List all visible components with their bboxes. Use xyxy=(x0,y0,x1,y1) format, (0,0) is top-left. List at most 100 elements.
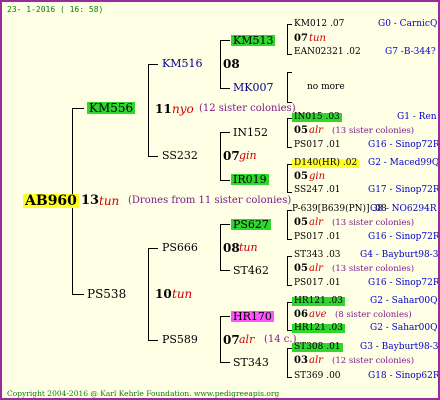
tree-line xyxy=(148,156,158,157)
gen5-mid-number: 05 xyxy=(294,263,308,274)
queen-root[interactable]: AB960 xyxy=(23,194,79,208)
gen5-mid-code: tun xyxy=(309,33,326,44)
gen3-2-number: 07 xyxy=(223,149,240,163)
queen-gen4-3[interactable]: IN152 xyxy=(233,127,268,138)
tree-line xyxy=(220,132,221,180)
tree-line xyxy=(148,248,149,340)
gen5-bottom[interactable]: ST369 .00 xyxy=(294,372,341,381)
tree-line xyxy=(72,294,84,295)
gen5-mid-number: 05 xyxy=(294,171,308,182)
gen3-4-number: 07 xyxy=(223,333,240,347)
queen-gen3-1[interactable]: KM516 xyxy=(162,58,202,69)
gen5-mid-number: 07 xyxy=(294,33,308,44)
tree-line xyxy=(287,24,288,54)
root-note: (Drones from 11 sister colonies) xyxy=(128,195,292,206)
gen5-mid-number: 03 xyxy=(294,355,308,366)
gen3-2-code: gin xyxy=(239,149,257,162)
gen5-mid-number: 05 xyxy=(294,217,308,228)
gen5-mid-number: 05 xyxy=(294,125,308,136)
gen5-top-right: G3 - Bayburt98-3 xyxy=(360,342,439,352)
gen5-note: (12 sister colonies) xyxy=(332,356,415,366)
gen5-mid-code: alr xyxy=(309,355,323,366)
gen5-mid-code: alr xyxy=(309,125,323,136)
tree-line xyxy=(220,40,230,41)
queen-gen4-1[interactable]: KM513 xyxy=(231,35,276,46)
gen5-bottom-right: G2 - Sahar00Q xyxy=(370,323,438,333)
queen-gen2-2[interactable]: PS538 xyxy=(87,288,126,300)
tree-line xyxy=(287,72,292,73)
gen5-bottom-right: G17 - Sinop72R xyxy=(368,185,440,195)
no-more-label: no more xyxy=(307,82,345,92)
tree-line xyxy=(287,192,292,193)
tree-line xyxy=(220,362,230,363)
gen5-top-right: G8 - NO6294R xyxy=(370,204,437,214)
gen5-bottom[interactable]: PS017 .01 xyxy=(294,233,341,242)
gen5-bottom-right: G16 - Sinop72R xyxy=(368,278,440,288)
gen5-bottom-right: G16 - Sinop72R xyxy=(368,232,440,242)
tree-line xyxy=(287,24,292,25)
tree-line xyxy=(287,54,292,55)
tree-line xyxy=(220,88,230,89)
gen5-top[interactable]: HR121 .03 xyxy=(292,297,345,306)
tree-line xyxy=(287,302,288,330)
tree-line xyxy=(287,348,288,377)
gen5-mid-code: gin xyxy=(309,171,326,182)
gen2-1-code: nyo xyxy=(172,102,194,116)
gen5-mid-code: alr xyxy=(309,263,323,274)
gen5-bottom-right: G7 -B-344? xyxy=(385,47,436,57)
queen-gen4-4[interactable]: IR019 xyxy=(231,174,269,185)
tree-line xyxy=(287,239,292,240)
gen5-top[interactable]: KM012 .07 xyxy=(294,20,344,29)
tree-line xyxy=(220,224,221,270)
gen3-3-code: tun xyxy=(239,241,258,254)
tree-line xyxy=(287,285,292,286)
tree-line xyxy=(148,64,149,156)
queen-gen3-3[interactable]: PS666 xyxy=(162,242,198,253)
tree-line xyxy=(220,270,230,271)
gen5-top[interactable]: D140(HR) .02 xyxy=(292,159,360,168)
gen2-2-number: 10 xyxy=(155,287,172,301)
gen5-bottom[interactable]: HR121 .03 xyxy=(292,324,345,333)
gen5-bottom[interactable]: EAN02321 .02 xyxy=(294,48,361,57)
queen-gen4-2[interactable]: MK007 xyxy=(233,82,273,93)
tree-line xyxy=(220,316,221,362)
gen5-bottom-right: G18 - Sinop62R xyxy=(368,371,440,381)
gen5-top-right: G4 - Bayburt98-3 xyxy=(360,250,439,260)
queen-gen4-8[interactable]: ST343 xyxy=(233,357,269,368)
gen3-3-number: 08 xyxy=(223,241,240,255)
gen2-1-number: 11 xyxy=(155,102,172,116)
tree-line xyxy=(148,64,158,65)
gen5-mid-code: ave xyxy=(309,309,327,320)
gen5-bottom-right: G16 - Sinop72R xyxy=(368,140,440,150)
queen-gen3-2[interactable]: SS232 xyxy=(162,150,198,161)
gen5-top-right: G2 - Maced99Q xyxy=(368,158,440,168)
gen5-bottom[interactable]: PS017 .01 xyxy=(294,141,341,150)
gen5-mid-number: 06 xyxy=(294,309,308,320)
gen2-2-code: tun xyxy=(172,287,193,301)
gen5-note: (13 sister colonies) xyxy=(332,218,415,228)
tree-line xyxy=(220,224,230,225)
gen5-top[interactable]: ST308 .01 xyxy=(292,343,343,352)
queen-gen2-1[interactable]: KM556 xyxy=(87,102,136,114)
gen5-top-right: G1 - Ren xyxy=(397,112,437,122)
gen5-top[interactable]: IN015 .03 xyxy=(292,113,342,122)
timestamp: 23- 1-2016 ( 16: 58) xyxy=(7,5,104,14)
gen5-bottom[interactable]: PS017 .01 xyxy=(294,279,341,288)
queen-gen4-6[interactable]: ST462 xyxy=(233,265,269,276)
tree-line xyxy=(220,180,230,181)
tree-line xyxy=(287,72,288,102)
tree-line xyxy=(287,256,288,285)
tree-line xyxy=(220,132,230,133)
gen5-bottom[interactable]: SS247 .01 xyxy=(294,186,341,195)
queen-gen4-5[interactable]: PS627 xyxy=(231,219,271,230)
tree-line xyxy=(287,210,288,239)
gen2-1-note: (12 sister colonies) xyxy=(199,103,296,114)
queen-gen4-7[interactable]: HR170 xyxy=(231,311,274,322)
tree-line xyxy=(72,108,84,109)
gen5-top-right: G0 - CarnicQ xyxy=(378,19,438,29)
tree-line xyxy=(287,118,288,147)
gen5-note: (8 sister colonies) xyxy=(335,310,412,320)
tree-line xyxy=(148,248,158,249)
gen5-top[interactable]: ST343 .03 xyxy=(294,251,341,260)
queen-gen3-4[interactable]: PS589 xyxy=(162,334,198,345)
